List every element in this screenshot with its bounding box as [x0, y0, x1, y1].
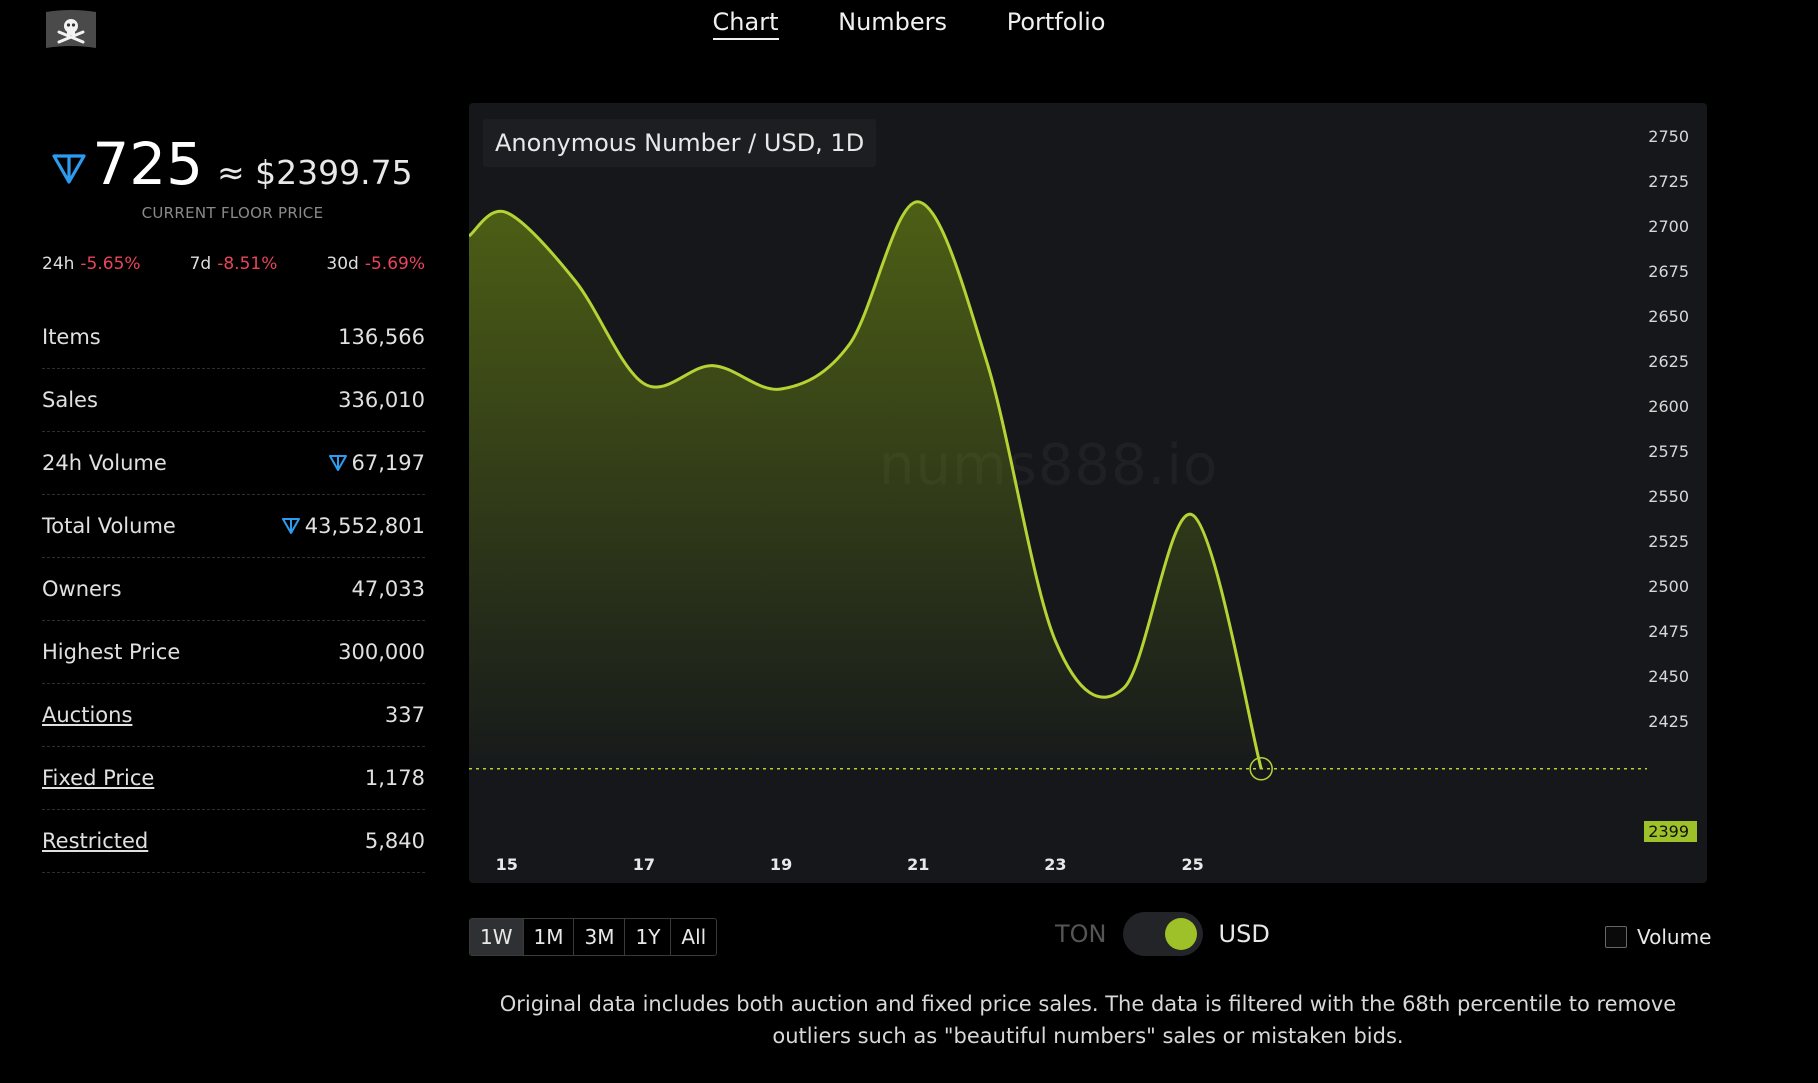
series-area	[469, 201, 1262, 769]
x-tick-label: 21	[907, 855, 930, 874]
change-7d: 7d -8.51%	[189, 254, 278, 274]
stat-row-total-volume: Total Volume 43,552,801	[42, 495, 425, 558]
x-tick-label: 15	[495, 855, 518, 874]
y-tick-label: 2750	[1648, 127, 1689, 146]
stat-row-highest-price: Highest Price 300,000	[42, 621, 425, 684]
stats-list: Items 136,566 Sales 336,010 24h Volume 6…	[42, 306, 425, 873]
x-tick-label: 25	[1181, 855, 1204, 874]
restricted-link[interactable]: Restricted	[42, 829, 148, 853]
y-tick-label: 2625	[1648, 352, 1689, 371]
x-tick-label: 17	[632, 855, 656, 874]
current-price-tag: 2399	[1644, 821, 1697, 842]
auctions-link[interactable]: Auctions	[42, 703, 132, 727]
range-1w-button[interactable]: 1W	[470, 919, 524, 955]
change-24h: 24h -5.65%	[42, 254, 141, 274]
x-tick-label: 23	[1044, 855, 1067, 874]
y-tick-label: 2550	[1648, 487, 1689, 506]
change-30d: 30d -5.69%	[326, 254, 425, 274]
x-tick-label: 19	[769, 855, 793, 874]
floor-price-caption: CURRENT FLOOR PRICE	[141, 204, 324, 222]
range-1m-button[interactable]: 1M	[524, 919, 575, 955]
switch-knob	[1164, 918, 1197, 950]
y-tick-label: 2425	[1648, 712, 1689, 731]
price-changes: 24h -5.65% 7d -8.51% 30d -5.69%	[42, 254, 425, 274]
price-chart[interactable]: nums888.io Anonymous Number / USD, 1D 27…	[469, 103, 1707, 883]
floor-price-ton: 725	[92, 130, 204, 198]
fixed-price-link[interactable]: Fixed Price	[42, 766, 154, 790]
floor-price-usd: ≈ $2399.75	[217, 153, 413, 192]
y-tick-label: 2500	[1648, 577, 1689, 596]
top-nav: Chart Numbers Portfolio	[0, 8, 1818, 40]
usd-label: USD	[1218, 920, 1270, 948]
y-tick-label: 2725	[1648, 172, 1689, 191]
tab-portfolio[interactable]: Portfolio	[1007, 8, 1106, 38]
tab-numbers[interactable]: Numbers	[838, 8, 947, 38]
stat-row-owners: Owners 47,033	[42, 558, 425, 621]
y-tick-label: 2525	[1648, 532, 1689, 551]
currency-switch[interactable]	[1122, 912, 1203, 956]
stat-row-items: Items 136,566	[42, 306, 425, 369]
tab-chart[interactable]: Chart	[712, 8, 779, 40]
ton-icon	[281, 518, 300, 534]
y-tick-label: 2675	[1648, 262, 1689, 281]
chart-title: Anonymous Number / USD, 1D	[483, 119, 877, 167]
ton-icon	[328, 455, 347, 471]
range-1y-button[interactable]: 1Y	[625, 919, 672, 955]
range-selector: 1W 1M 3M 1Y All	[469, 918, 718, 956]
currency-toggle: TON USD	[1055, 912, 1270, 956]
stat-row-24h-volume: 24h Volume 67,197	[42, 432, 425, 495]
data-note: Original data includes both auction and …	[499, 992, 1677, 1048]
chart-canvas[interactable]	[469, 103, 1707, 883]
ton-icon	[52, 154, 86, 188]
volume-checkbox[interactable]	[1605, 926, 1627, 948]
range-3m-button[interactable]: 3M	[574, 919, 626, 955]
range-all-button[interactable]: All	[671, 919, 716, 955]
floor-price-panel: 725 ≈ $2399.75 CURRENT FLOOR PRICE	[40, 130, 425, 222]
volume-label: Volume	[1637, 925, 1712, 949]
y-tick-label: 2700	[1648, 217, 1689, 236]
ton-label: TON	[1055, 920, 1107, 948]
stat-row-sales: Sales 336,010	[42, 369, 425, 432]
volume-option[interactable]: Volume	[1605, 925, 1711, 949]
y-tick-label: 2575	[1648, 442, 1689, 461]
y-tick-label: 2475	[1648, 622, 1689, 641]
y-tick-label: 2450	[1648, 667, 1689, 686]
stat-row-fixed-price: Fixed Price 1,178	[42, 747, 425, 810]
y-tick-label: 2600	[1648, 397, 1689, 416]
stat-row-auctions: Auctions 337	[42, 684, 425, 747]
stat-row-restricted: Restricted 5,840	[42, 810, 425, 873]
y-tick-label: 2650	[1648, 307, 1689, 326]
